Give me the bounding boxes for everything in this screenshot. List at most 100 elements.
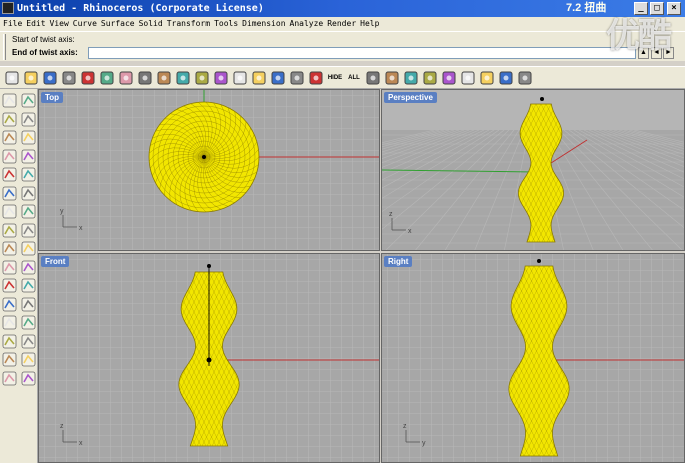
explode-icon[interactable] <box>21 260 36 275</box>
freeform-curve-icon[interactable] <box>21 167 36 182</box>
sun-icon[interactable] <box>460 70 476 86</box>
circle-icon[interactable] <box>2 130 17 145</box>
menu-analyze[interactable]: Analyze <box>290 17 324 31</box>
options-icon[interactable] <box>498 70 514 86</box>
red-car-icon[interactable] <box>289 70 305 86</box>
save-icon[interactable] <box>42 70 58 86</box>
menu-file[interactable]: File <box>3 17 22 31</box>
menu-dimension[interactable]: Dimension <box>242 17 285 31</box>
open-file-icon[interactable] <box>23 70 39 86</box>
svg-text:y: y <box>422 440 426 447</box>
cut-icon[interactable] <box>80 70 96 86</box>
boolean-icon[interactable] <box>2 241 17 256</box>
minimize-button[interactable]: _ <box>634 2 648 15</box>
close-button[interactable]: × <box>667 2 681 15</box>
render-icon[interactable] <box>441 70 457 86</box>
zoom-dynamic-icon[interactable] <box>194 70 210 86</box>
viewport-title-front[interactable]: Front <box>41 256 70 267</box>
pan-icon[interactable] <box>156 70 172 86</box>
rhino-app-icon[interactable] <box>2 2 14 14</box>
viewport-right[interactable]: zy Right <box>381 253 685 463</box>
menu-solid[interactable]: Solid <box>139 17 163 31</box>
rectangle-icon[interactable] <box>21 149 36 164</box>
sphere-icon[interactable] <box>21 204 36 219</box>
move-icon[interactable] <box>2 315 17 330</box>
command-grip[interactable] <box>3 34 6 60</box>
title-bar[interactable]: Untitled - Rhinoceros (Corporate License… <box>0 0 685 17</box>
mirror-icon[interactable] <box>21 297 36 312</box>
print-icon[interactable] <box>61 70 77 86</box>
surface-icon[interactable] <box>2 186 17 201</box>
history-spinner[interactable]: ▲ <box>638 47 649 59</box>
array-icon[interactable] <box>2 297 17 312</box>
undo-icon[interactable] <box>137 70 153 86</box>
copy-icon[interactable] <box>99 70 115 86</box>
menu-surface[interactable]: Surface <box>101 17 135 31</box>
books-icon[interactable] <box>384 70 400 86</box>
help-icon[interactable] <box>517 70 533 86</box>
split-icon[interactable] <box>21 278 36 293</box>
show-hide-icon[interactable] <box>365 70 381 86</box>
menu-curve[interactable]: Curve <box>73 17 97 31</box>
fillet-icon[interactable] <box>21 241 36 256</box>
top-view-canvas[interactable]: yx <box>39 90 380 251</box>
viewport-top[interactable]: yx Top <box>38 89 380 251</box>
text-icon[interactable] <box>2 334 17 349</box>
light-icon[interactable] <box>479 70 495 86</box>
zoom-extents-icon[interactable] <box>232 70 248 86</box>
menu-help[interactable]: Help <box>360 17 379 31</box>
new-file-icon[interactable] <box>4 70 20 86</box>
scale-icon[interactable] <box>21 315 36 330</box>
viewport-perspective[interactable]: zx Perspective <box>381 89 685 251</box>
menu-render[interactable]: Render <box>327 17 356 31</box>
viewport-title-top[interactable]: Top <box>41 92 64 103</box>
menu-view[interactable]: View <box>50 17 69 31</box>
axis-gizmo: yx <box>60 208 83 232</box>
paste-icon[interactable] <box>118 70 134 86</box>
twisted-object-top[interactable] <box>148 101 260 213</box>
maximize-button[interactable]: □ <box>650 2 664 15</box>
scroll-right-button[interactable]: ► <box>663 47 674 59</box>
polygon-icon[interactable] <box>2 149 17 164</box>
ellipse-icon[interactable] <box>2 167 17 182</box>
viewport-title-right[interactable]: Right <box>384 256 413 267</box>
svg-text:z: z <box>389 211 393 218</box>
extrude-icon[interactable] <box>21 186 36 201</box>
menu-tools[interactable]: Tools <box>214 17 238 31</box>
four-viewports-icon[interactable] <box>270 70 286 86</box>
perspective-view-canvas[interactable]: zx <box>382 90 685 251</box>
color-wheel-icon[interactable] <box>403 70 419 86</box>
select-arrow-icon[interactable] <box>2 93 17 108</box>
viewport-front[interactable]: zx Front <box>38 253 380 463</box>
block-icon[interactable] <box>21 352 36 367</box>
sphere-shade-icon[interactable] <box>422 70 438 86</box>
svg-text:y: y <box>60 208 64 215</box>
join-icon[interactable] <box>2 260 17 275</box>
scroll-left-button[interactable]: ◄ <box>651 47 662 59</box>
cylinder-icon[interactable] <box>21 223 36 238</box>
rotate-view-icon[interactable] <box>175 70 191 86</box>
layers-icon[interactable] <box>308 70 324 86</box>
command-input[interactable] <box>88 47 636 59</box>
zoom-window-icon[interactable] <box>213 70 229 86</box>
viewport-title-perspective[interactable]: Perspective <box>384 92 437 103</box>
group-icon[interactable] <box>2 352 17 367</box>
zoom-selected-icon[interactable] <box>251 70 267 86</box>
render-icon[interactable] <box>21 371 36 386</box>
curve-icon[interactable] <box>21 112 36 127</box>
point-icon[interactable] <box>21 93 36 108</box>
front-view-canvas[interactable]: zx <box>39 254 380 463</box>
box-icon[interactable] <box>2 204 17 219</box>
arc-icon[interactable] <box>21 130 36 145</box>
show-all-icon[interactable]: ALL <box>346 70 362 86</box>
right-view-canvas[interactable]: zy <box>382 254 685 463</box>
trim-icon[interactable] <box>2 278 17 293</box>
hide-icon[interactable]: HIDE <box>327 70 343 86</box>
mesh-icon[interactable] <box>2 223 17 238</box>
dimension-icon[interactable] <box>21 334 36 349</box>
menu-transform[interactable]: Transform <box>167 17 210 31</box>
analysis-icon[interactable] <box>2 371 17 386</box>
polyline-icon[interactable] <box>2 112 17 127</box>
twisted-object-right[interactable] <box>382 265 685 457</box>
menu-edit[interactable]: Edit <box>26 17 45 31</box>
